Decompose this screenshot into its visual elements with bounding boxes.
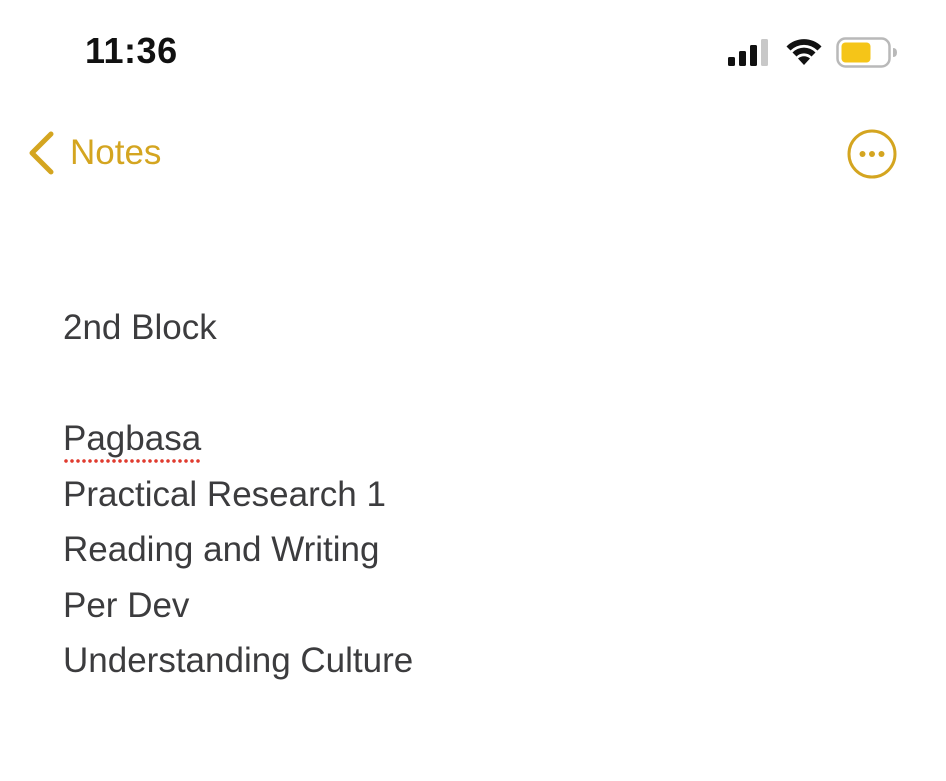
- cellular-signal-icon: [728, 39, 768, 66]
- note-line: Understanding Culture: [63, 641, 414, 680]
- status-time: 11:36: [85, 30, 178, 71]
- note-line: Reading and Writing: [63, 530, 380, 569]
- back-button-label: Notes: [70, 133, 162, 172]
- note-line: Pagbasa: [63, 411, 903, 467]
- more-options-button[interactable]: [846, 128, 898, 180]
- spellcheck-underline: [63, 457, 202, 464]
- back-button[interactable]: Notes: [26, 126, 161, 180]
- note-line-text: Pagbasa: [63, 419, 202, 458]
- note-body[interactable]: 2nd Block Pagbasa Practical Research 1 R…: [63, 300, 903, 689]
- ellipsis-circle-icon: [847, 129, 897, 179]
- wifi-icon: [786, 39, 822, 65]
- battery-icon: [836, 37, 897, 68]
- chevron-left-icon: [29, 131, 54, 175]
- status-icons: [728, 36, 903, 68]
- note-line: Per Dev: [63, 585, 190, 625]
- status-bar: 11:36: [0, 0, 946, 100]
- note-title: 2nd Block: [63, 308, 217, 347]
- nav-bar: Notes: [0, 118, 946, 188]
- misspelled-word[interactable]: Pagbasa: [63, 411, 202, 467]
- note-line: Practical Research 1: [63, 474, 386, 514]
